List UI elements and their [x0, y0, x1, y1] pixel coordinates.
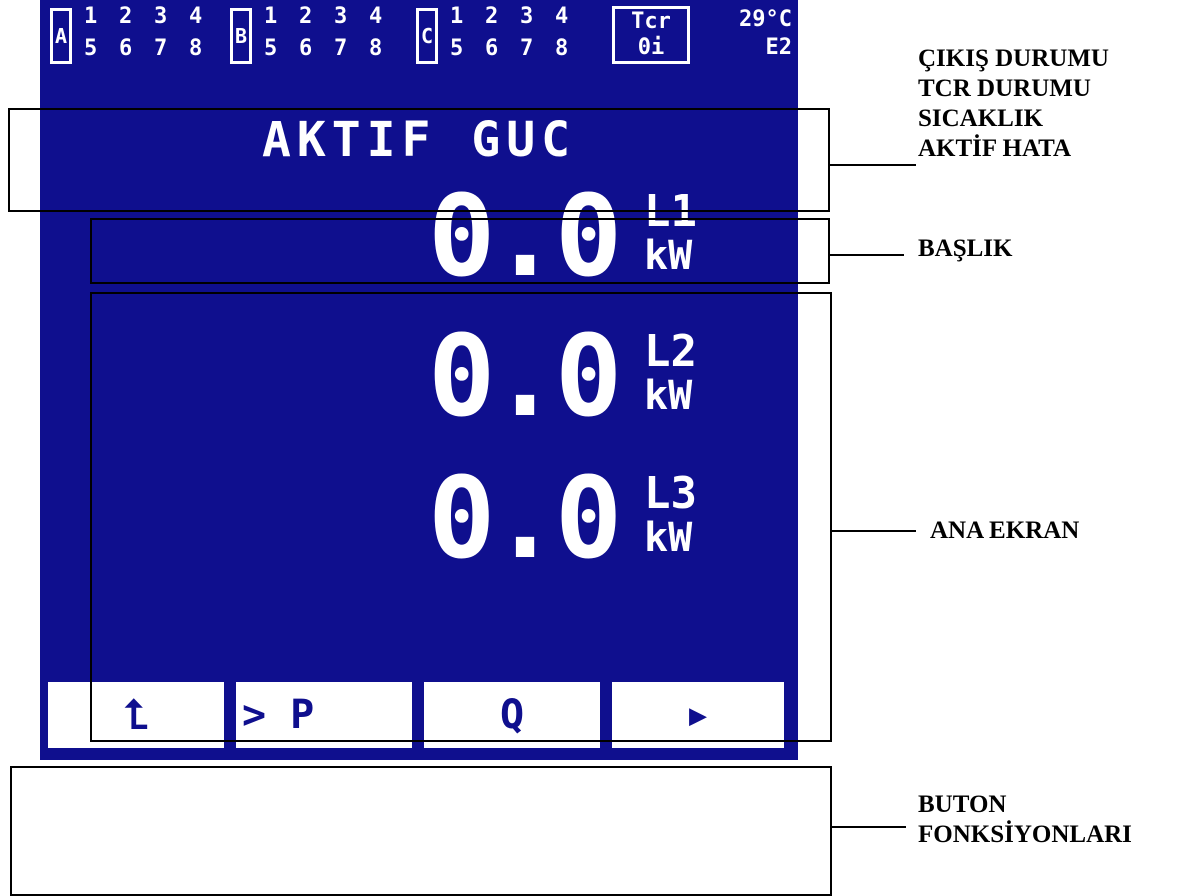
main-screen-annotation: ANA EKRAN [930, 517, 1080, 544]
output-group-a-label: A [50, 8, 72, 64]
output-c-6: 6 [485, 36, 499, 61]
output-a-1: 1 [84, 4, 98, 29]
status-leader-line [830, 164, 916, 166]
output-c-1: 1 [450, 4, 464, 29]
output-a-7: 7 [154, 36, 168, 61]
main-screen-callout-frame [90, 292, 832, 742]
output-c-7: 7 [520, 36, 534, 61]
output-b-4: 4 [369, 4, 383, 29]
status-annotation-line-4: AKTİF HATA [918, 135, 1072, 162]
output-b-3: 3 [334, 4, 348, 29]
output-a-5: 5 [84, 36, 98, 61]
output-group-a-top: 1234 [84, 4, 224, 29]
output-a-6: 6 [119, 36, 133, 61]
buttons-annotation-line-2: FONKSİYONLARI [918, 821, 1132, 848]
output-c-5: 5 [450, 36, 464, 61]
active-error-code: E2 [765, 35, 793, 60]
output-b-7: 7 [334, 36, 348, 61]
tcr-value: 0i [637, 35, 665, 60]
status-annotation-line-1: ÇIKIŞ DURUMU [918, 45, 1109, 72]
output-group-a-bottom: 5678 [84, 36, 224, 61]
status-callout-frame [8, 108, 830, 212]
output-a-4: 4 [189, 4, 203, 29]
header-annotation: BAŞLIK [918, 235, 1013, 262]
output-c-8: 8 [555, 36, 569, 61]
main-leader-line [832, 530, 916, 532]
status-annotation-line-3: SICAKLIK [918, 105, 1044, 132]
output-c-4: 4 [555, 4, 569, 29]
buttons-callout-frame [10, 766, 832, 896]
output-b-5: 5 [264, 36, 278, 61]
output-group-b-label: B [230, 8, 252, 64]
output-a-8: 8 [189, 36, 203, 61]
output-group-c-top: 1234 [450, 4, 590, 29]
output-group-c-bottom: 5678 [450, 36, 590, 61]
output-b-8: 8 [369, 36, 383, 61]
output-b-1: 1 [264, 4, 278, 29]
tcr-status-box: Tcr 0i [612, 6, 690, 64]
temperature-error-panel: 29°C E2 [722, 6, 792, 62]
output-a-3: 3 [154, 4, 168, 29]
output-b-6: 6 [299, 36, 313, 61]
output-group-c-label: C [416, 8, 438, 64]
header-leader-line [830, 254, 904, 256]
tcr-label: Tcr [631, 9, 671, 34]
buttons-annotation: BUTON FONKSİYONLARI [918, 790, 1132, 850]
output-c-3: 3 [520, 4, 534, 29]
output-group-b-top: 1234 [264, 4, 404, 29]
output-group-b-bottom: 5678 [264, 36, 404, 61]
status-annotation-line-2: TCR DURUMU [918, 75, 1091, 102]
header-callout-frame [90, 218, 830, 284]
status-annotation: ÇIKIŞ DURUMU TCR DURUMU SICAKLIK AKTİF H… [918, 44, 1109, 164]
output-b-2: 2 [299, 4, 313, 29]
temperature-readout: 29°C [739, 7, 792, 32]
output-a-2: 2 [119, 4, 133, 29]
buttons-leader-line [832, 826, 906, 828]
output-c-2: 2 [485, 4, 499, 29]
buttons-annotation-line-1: BUTON [918, 791, 1007, 818]
